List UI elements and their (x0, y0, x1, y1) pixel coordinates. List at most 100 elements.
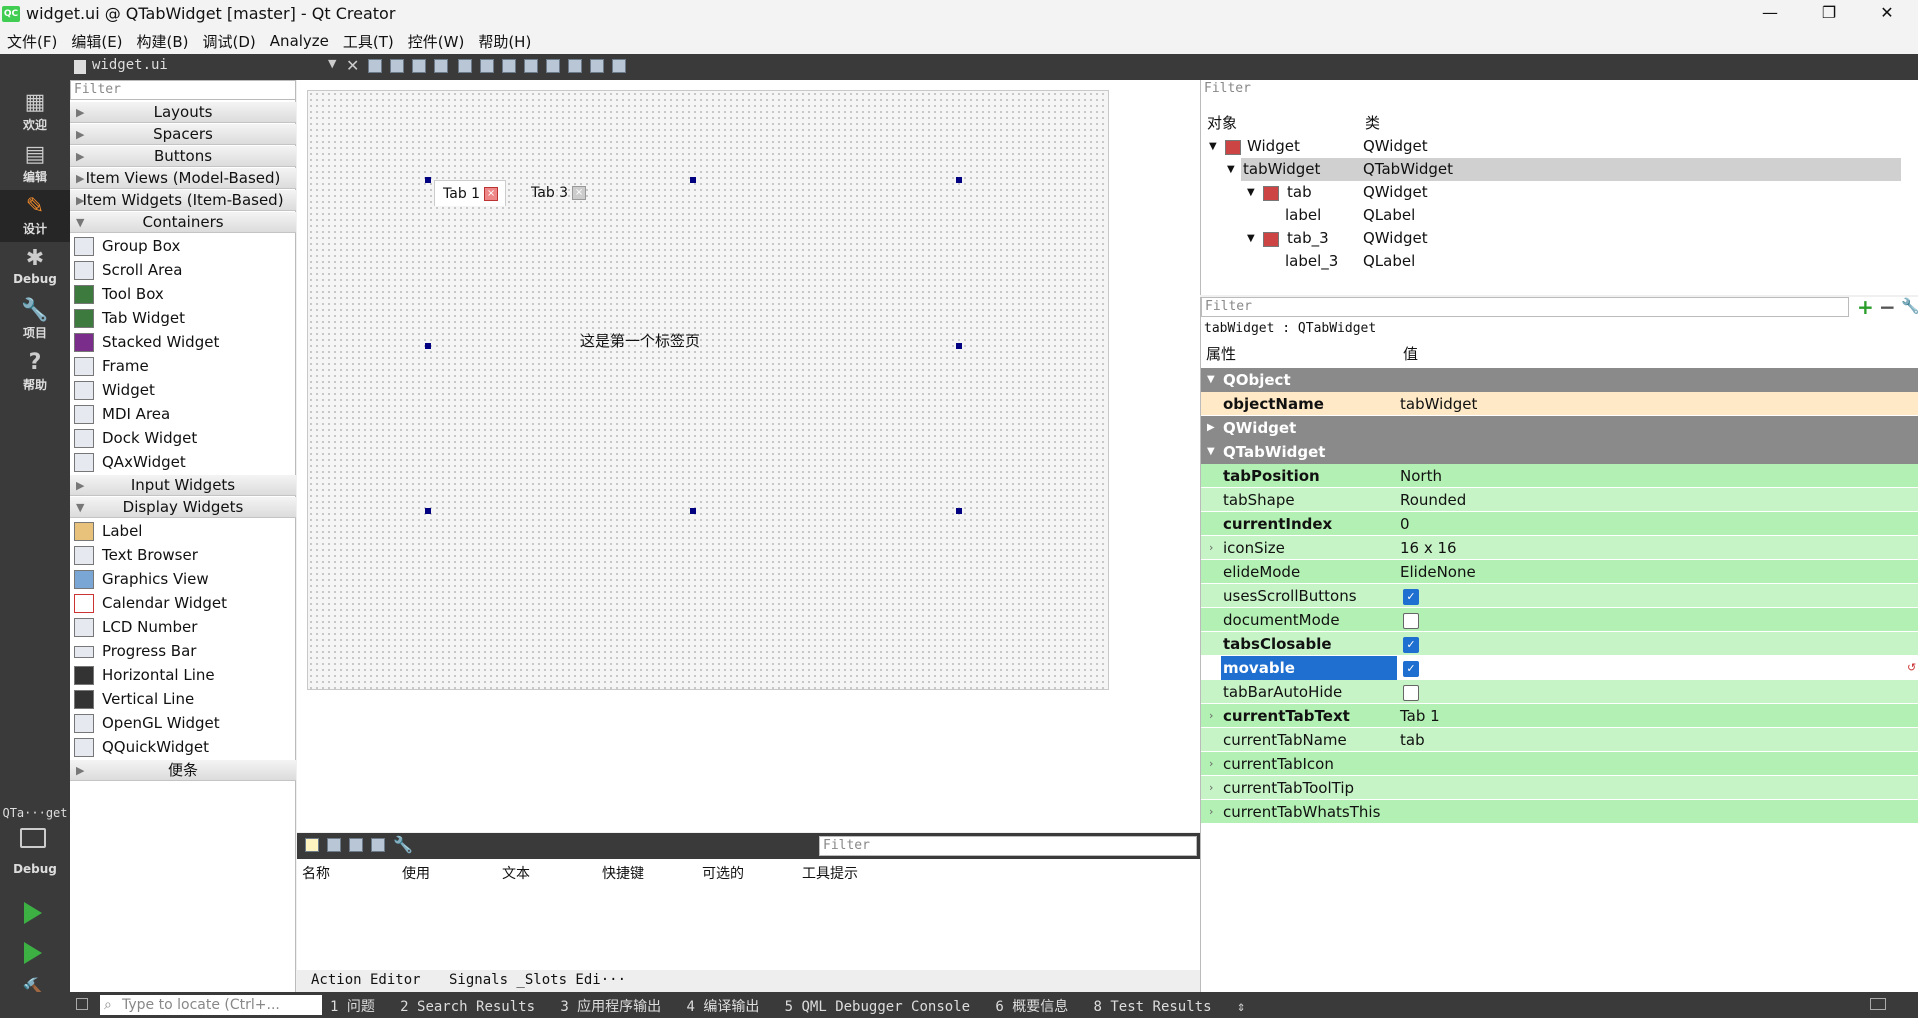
tree-row-widget[interactable]: ▼ Widget QWidget (1201, 135, 1901, 158)
group-qtabwidget[interactable]: ▼ QTabWidget (1201, 440, 1918, 464)
prop-tabposition[interactable]: tabPosition North (1201, 464, 1918, 488)
widget-item-graphics-view[interactable]: Graphics View (70, 567, 296, 591)
category-spacers[interactable]: ▶ Spacers (70, 124, 296, 145)
layout-horizontal-icon[interactable] (458, 59, 472, 73)
prop-currenttabtext[interactable]: › currentTabText Tab 1 (1201, 704, 1918, 728)
edit-widgets-icon[interactable] (368, 59, 382, 73)
widget-item-qquickwidget[interactable]: QQuickWidget (70, 735, 296, 759)
category-item-widgets[interactable]: ▶ Item Widgets (Item-Based) (70, 190, 296, 211)
prop-movable[interactable]: movable ✓ ↺ (1201, 656, 1918, 680)
prop-value[interactable]: Tab 1 (1400, 704, 1440, 728)
menu-edit[interactable]: 编辑(E) (64, 31, 129, 52)
close-tab-icon[interactable]: × (484, 187, 499, 201)
locator-input[interactable]: ⌕ Type to locate (Ctrl+... (100, 995, 322, 1015)
break-layout-icon[interactable] (590, 59, 604, 73)
menu-build[interactable]: 构建(B) (130, 31, 196, 52)
copy-action-icon[interactable] (327, 838, 341, 852)
prop-tabbarautohide[interactable]: tabBarAutoHide (1201, 680, 1918, 704)
output-test-results[interactable]: 8 Test Results (1094, 999, 1212, 1015)
category-item-views[interactable]: ▶ Item Views (Model-Based) (70, 168, 296, 189)
checkbox-checked-icon[interactable]: ✓ (1403, 661, 1419, 677)
widget-item-tab-widget[interactable]: Tab Widget (70, 306, 296, 330)
widget-item-opengl-widget[interactable]: OpenGL Widget (70, 711, 296, 735)
col-property-header[interactable]: 属性 (1206, 343, 1236, 364)
category-buttons[interactable]: ▶ Buttons (70, 146, 296, 167)
widget-item-vertical-line[interactable]: Vertical Line (70, 687, 296, 711)
mode-design[interactable]: ✎ 设计 (0, 190, 70, 242)
prop-currenttabname[interactable]: currentTabName tab (1201, 728, 1918, 752)
category-containers[interactable]: ▼ Containers (70, 212, 296, 233)
new-action-icon[interactable] (305, 838, 319, 852)
object-filter-input[interactable]: Filter (1201, 80, 1918, 100)
chevron-right-icon[interactable]: › (1209, 752, 1213, 776)
configure-icon[interactable]: 🔧 (393, 835, 413, 854)
edit-buddies-icon[interactable] (412, 59, 426, 73)
minimize-button[interactable]: — (1747, 0, 1793, 28)
output-issues[interactable]: 1 问题 (330, 999, 375, 1015)
chevron-right-icon[interactable]: › (1209, 800, 1213, 824)
prop-usesscrollbuttons[interactable]: usesScrollButtons ✓ (1201, 584, 1918, 608)
prop-currentindex[interactable]: currentIndex 0 (1201, 512, 1918, 536)
tab-signals-slots-editor[interactable]: Signals _Slots Edi··· (449, 972, 626, 988)
prop-elidemode[interactable]: elideMode ElideNone (1201, 560, 1918, 584)
menu-controls[interactable]: 控件(W) (401, 31, 472, 52)
layout-grid-icon[interactable] (546, 59, 560, 73)
layout-vertical-splitter-icon[interactable] (524, 59, 538, 73)
tree-row-label3[interactable]: label_3 QLabel (1201, 250, 1901, 273)
menu-tools[interactable]: 工具(T) (336, 31, 401, 52)
selection-handle[interactable] (956, 177, 962, 183)
widget-filter-input[interactable]: Filter (70, 80, 296, 100)
widget-item-dock-widget[interactable]: Dock Widget (70, 426, 296, 450)
selection-handle[interactable] (690, 177, 696, 183)
edit-tab-order-icon[interactable] (434, 59, 448, 73)
tab-tab1[interactable]: Tab 1 × (434, 180, 506, 206)
tree-row-label[interactable]: label QLabel (1201, 204, 1901, 227)
selection-handle[interactable] (425, 343, 431, 349)
chevron-right-icon[interactable]: › (1209, 776, 1213, 800)
checkbox-unchecked-icon[interactable] (1403, 685, 1419, 701)
group-qwidget[interactable]: ▶ QWidget (1201, 416, 1918, 440)
col-text[interactable]: 文本 (502, 863, 530, 883)
tree-row-tab3[interactable]: ▼ tab_3 QWidget (1201, 227, 1901, 250)
prop-objectname[interactable]: objectName tabWidget (1201, 392, 1918, 416)
tree-row-tabwidget[interactable]: ▼ tabWidget QTabWidget (1227, 158, 1901, 181)
close-tab-icon[interactable]: × (572, 186, 587, 200)
chevron-right-icon[interactable]: › (1209, 536, 1213, 560)
selection-handle[interactable] (690, 508, 696, 514)
menu-debug[interactable]: 调试(D) (196, 31, 263, 52)
widget-item-calendar-widget[interactable]: Calendar Widget (70, 591, 296, 615)
col-tooltip[interactable]: 工具提示 (802, 863, 858, 883)
widget-item-stacked-widget[interactable]: Stacked Widget (70, 330, 296, 354)
widget-item-mdi-area[interactable]: MDI Area (70, 402, 296, 426)
col-shortcut[interactable]: 快捷键 (602, 863, 644, 883)
prop-value[interactable]: tab (1400, 728, 1425, 752)
col-checkable[interactable]: 可选的 (702, 863, 744, 883)
paste-action-icon[interactable] (349, 838, 363, 852)
prop-value[interactable]: ElideNone (1400, 560, 1476, 584)
prop-documentmode[interactable]: documentMode (1201, 608, 1918, 632)
output-qml-debugger[interactable]: 5 QML Debugger Console (785, 999, 970, 1015)
widget-item-progress-bar[interactable]: Progress Bar (70, 639, 296, 663)
widget-item-widget[interactable]: Widget (70, 378, 296, 402)
tab-content-label[interactable]: 这是第一个标签页 (580, 330, 700, 351)
close-document-icon[interactable]: ✕ (346, 56, 359, 75)
prop-currenttabicon[interactable]: › currentTabIcon (1201, 752, 1918, 776)
col-value-header[interactable]: 值 (1403, 343, 1418, 364)
prop-value[interactable]: Rounded (1400, 488, 1466, 512)
configure-wrench-icon[interactable]: 🔧 (1901, 297, 1918, 315)
selection-handle[interactable] (425, 177, 431, 183)
prop-currenttabtooltip[interactable]: › currentTabToolTip (1201, 776, 1918, 800)
mode-edit[interactable]: ▤ 编辑 (0, 138, 70, 190)
widget-item-horizontal-line[interactable]: Horizontal Line (70, 663, 296, 687)
delete-action-icon[interactable] (371, 838, 385, 852)
category-display-widgets[interactable]: ▼ Display Widgets (70, 497, 296, 518)
prop-value[interactable]: North (1400, 464, 1442, 488)
group-qobject[interactable]: ▼ QObject (1201, 368, 1918, 392)
reset-property-icon[interactable]: ↺ (1907, 656, 1916, 680)
output-general-messages[interactable]: 6 概要信息 (995, 999, 1068, 1015)
col-used[interactable]: 使用 (402, 863, 430, 883)
add-property-icon[interactable]: + (1857, 295, 1874, 319)
close-window-button[interactable]: ✕ (1864, 0, 1910, 28)
col-class-header[interactable]: 类 (1365, 112, 1380, 133)
checkbox-checked-icon[interactable]: ✓ (1403, 637, 1419, 653)
